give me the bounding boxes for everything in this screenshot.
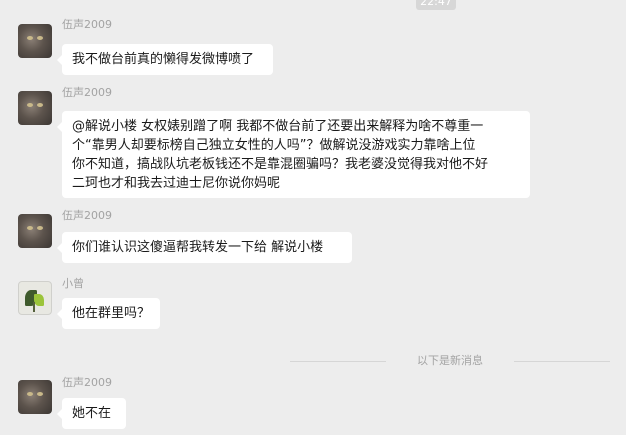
divider-line (514, 361, 610, 362)
plant-icon (34, 294, 44, 306)
avatar[interactable] (18, 24, 52, 58)
message-bubble[interactable]: @解说小楼 女权婊别蹭了啊 我都不做台前了还要出来解释为啥不尊重一 个“靠男人却… (57, 111, 530, 198)
message-bubble[interactable]: 他在群里吗？ (57, 298, 160, 329)
message-text: 个“靠男人却要标榜自己独立女性的人吗”？做解说没游戏实力靠啥上位 (72, 138, 476, 153)
chat-window: 22:47 伍声2009 我不做台前真的懒得发微博喷了 伍声2009 @解说小楼… (0, 0, 626, 435)
avatar[interactable] (18, 91, 52, 125)
sender-name: 伍声2009 (62, 86, 112, 99)
sender-name: 伍声2009 (62, 376, 112, 389)
message-text: 二珂也才和我去过迪士尼你说你妈呢 (72, 176, 281, 191)
sender-name: 伍声2009 (62, 209, 112, 222)
sender-name: 小曾 (62, 277, 84, 290)
sender-name: 伍声2009 (62, 18, 112, 31)
avatar[interactable] (18, 281, 52, 315)
message-text: 你们谁认识这傻逼帮我转发一下给 解说小楼 (72, 240, 324, 255)
plant-icon (33, 302, 35, 312)
divider-label: 以下是新消息 (417, 354, 483, 367)
avatar[interactable] (18, 380, 52, 414)
message-bubble[interactable]: 她不在 (57, 398, 126, 429)
message-text: @解说小楼 女权婊别蹭了啊 我都不做台前了还要出来解释为啥不尊重一 (72, 119, 484, 134)
message-text: 你不知道，搞战队坑老板钱还不是靠混圈骗吗？我老婆没觉得我对他不好 (72, 157, 489, 172)
message-bubble[interactable]: 我不做台前真的懒得发微博喷了 (57, 44, 273, 75)
divider-line (290, 361, 386, 362)
message-text: 她不在 (72, 406, 112, 421)
new-messages-divider: 以下是新消息 (290, 354, 610, 368)
avatar[interactable] (18, 214, 52, 248)
timestamp-pill: 22:47 (416, 0, 456, 10)
message-text: 我不做台前真的懒得发微博喷了 (72, 52, 255, 67)
message-text: 他在群里吗？ (72, 306, 151, 321)
message-bubble[interactable]: 你们谁认识这傻逼帮我转发一下给 解说小楼 (57, 232, 352, 263)
